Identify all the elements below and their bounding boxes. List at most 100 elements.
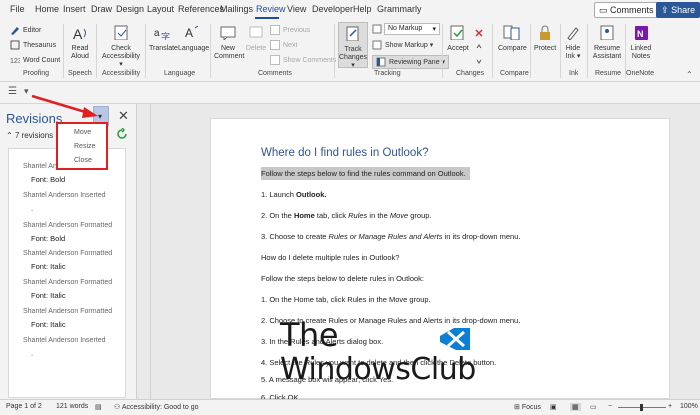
doc-paragraph: 1. On the Home tab, click Rules in the M…	[261, 295, 431, 304]
previous-comment-button[interactable]: Previous	[270, 25, 310, 35]
refresh-icon[interactable]	[116, 128, 128, 140]
page-indicator[interactable]: Page 1 of 2	[6, 403, 42, 410]
close-icon[interactable]: ✕	[118, 108, 129, 124]
share-button[interactable]: ⇪ Share	[656, 2, 700, 18]
doc-paragraph: Follow the steps below to delete rules i…	[261, 274, 425, 283]
comment-icon: ▭	[599, 5, 608, 15]
track-changes-button[interactable]: Track Changes ▾	[338, 22, 368, 69]
zoom-slider-thumb[interactable]	[640, 404, 643, 411]
revision-author[interactable]: Shantel Anderson Formatted	[23, 279, 112, 286]
next-change-button[interactable]	[474, 56, 484, 66]
delete-comment-button[interactable]: Delete	[245, 24, 267, 53]
reviewing-pane-button[interactable]: Reviewing Pane ▾	[372, 55, 450, 69]
read-mode-icon[interactable]: ▣	[550, 403, 557, 411]
revision-detail: Font: Italic	[31, 262, 66, 271]
menu-item-move[interactable]: Move	[74, 129, 91, 136]
quick-access-toolbar: ☰ ▾	[0, 82, 700, 104]
group-label-compare: Compare	[500, 70, 529, 77]
markup-select-row	[372, 24, 382, 34]
print-layout-icon[interactable]: ▦	[570, 403, 581, 411]
display-for-review-icon	[372, 24, 382, 34]
accept-button[interactable]: Accept	[446, 24, 470, 53]
previous-comment-icon	[270, 25, 280, 35]
menu-view[interactable]: View	[287, 4, 306, 14]
group-label-comments: Comments	[258, 70, 292, 77]
focus-icon: ⊞	[514, 404, 520, 411]
show-markup-button[interactable]: Show Markup ▾	[372, 40, 433, 50]
language-button[interactable]: A Language	[178, 24, 209, 53]
menu-design[interactable]: Design	[116, 4, 144, 14]
menu-references[interactable]: References	[178, 4, 224, 14]
doc-paragraph: 3. Choose to create Rules or Manage Rule…	[261, 232, 521, 241]
menu-file[interactable]: File	[10, 4, 25, 14]
word-count[interactable]: 121 words	[56, 403, 88, 410]
previous-change-button[interactable]	[474, 42, 484, 52]
resume-assistant-button[interactable]: Resume Assistant	[590, 24, 624, 61]
menu-home[interactable]: Home	[35, 4, 59, 14]
focus-button[interactable]: ⊞ Focus	[514, 403, 541, 411]
doc-heading: Where do I find rules in Outlook?	[261, 147, 429, 159]
protect-button[interactable]: Protect	[534, 24, 556, 53]
group-label-language: Language	[164, 70, 196, 77]
collapse-icon[interactable]: ⌃	[6, 131, 13, 140]
group-label-accessibility: Accessibility	[102, 70, 141, 77]
linked-notes-button[interactable]: N Linked Notes	[628, 24, 654, 61]
proofing-icon[interactable]: ▤	[95, 403, 102, 411]
share-icon: ⇪	[661, 5, 669, 15]
thesaurus-button[interactable]: Thesaurus	[10, 40, 56, 50]
editor-button[interactable]: Editor	[10, 25, 41, 35]
reject-icon	[475, 29, 483, 37]
menu-item-resize[interactable]: Resize	[74, 143, 95, 150]
reject-button[interactable]	[474, 28, 484, 38]
accessibility-check-icon	[114, 25, 128, 41]
revision-author[interactable]: Shantel Anderson Formatted	[23, 308, 112, 315]
menu-grammarly[interactable]: Grammarly	[377, 4, 422, 14]
revision-author[interactable]: Shantel Anderson Inserted	[23, 192, 106, 199]
markup-select[interactable]: No Markup ▾	[384, 23, 440, 35]
comments-button[interactable]: ▭ Comments ▾	[594, 2, 666, 18]
group-label-changes: Changes	[456, 70, 485, 77]
next-comment-button[interactable]: Next	[270, 40, 297, 50]
active-tab-indicator	[255, 17, 279, 19]
svg-text:字: 字	[161, 31, 170, 40]
word-count-button[interactable]: 123 Word Count	[10, 55, 60, 66]
menu-draw[interactable]: Draw	[91, 4, 112, 14]
read-aloud-button[interactable]: A Read Aloud	[68, 24, 92, 61]
menu-developer[interactable]: Developer	[312, 4, 353, 14]
zoom-slider[interactable]	[618, 404, 666, 411]
svg-text:A: A	[73, 26, 83, 40]
new-comment-button[interactable]: New Comment	[214, 24, 244, 61]
show-comments-button[interactable]: Show Comments	[270, 55, 336, 65]
zoom-out-icon[interactable]: −	[608, 403, 612, 410]
check-accessibility-button[interactable]: Check Accessibility ▾	[100, 24, 142, 69]
menu-review[interactable]: Review	[256, 4, 286, 14]
revision-author[interactable]: Shantel Anderson Formatted	[23, 222, 112, 229]
zoom-level[interactable]: 100%	[680, 403, 698, 410]
revision-author[interactable]: Shantel An	[23, 163, 57, 170]
zoom-in-icon[interactable]: +	[668, 403, 672, 410]
doc-paragraph: 1. Launch Outlook.	[261, 190, 327, 199]
list-icon[interactable]: ☰	[8, 86, 17, 97]
translate-button[interactable]: a字 Translate	[149, 24, 178, 53]
revision-detail: Font: Bold	[31, 175, 66, 184]
show-comments-icon	[270, 55, 280, 65]
revision-author[interactable]: Shantel Anderson Formatted	[23, 250, 112, 257]
customize-toolbar-icon[interactable]: ▾	[24, 86, 29, 97]
web-layout-icon[interactable]: ▭	[590, 403, 597, 411]
compare-button[interactable]: Compare	[498, 24, 527, 53]
menu-insert[interactable]: Insert	[63, 4, 86, 14]
revision-detail: .	[31, 349, 34, 358]
group-label-speech: Speech	[68, 70, 92, 77]
hide-ink-button[interactable]: Hide Ink ▾	[563, 24, 583, 61]
revision-list: Shantel An Font: Bold Shantel Anderson I…	[8, 148, 126, 398]
collapse-ribbon-icon[interactable]: ⌃	[686, 70, 693, 79]
menu-help[interactable]: Help	[353, 4, 372, 14]
revision-author[interactable]: Shantel Anderson Inserted	[23, 337, 106, 344]
menu-item-close[interactable]: Close	[74, 157, 92, 164]
group-label-tracking: Tracking	[374, 70, 401, 77]
annotation-arrow	[31, 94, 98, 118]
accessibility-status[interactable]: ⚇ Accessibility: Good to go	[114, 403, 199, 411]
menu-layout[interactable]: Layout	[147, 4, 174, 14]
accessibility-icon: ⚇	[114, 404, 121, 411]
menu-mailings[interactable]: Mailings	[220, 4, 253, 14]
